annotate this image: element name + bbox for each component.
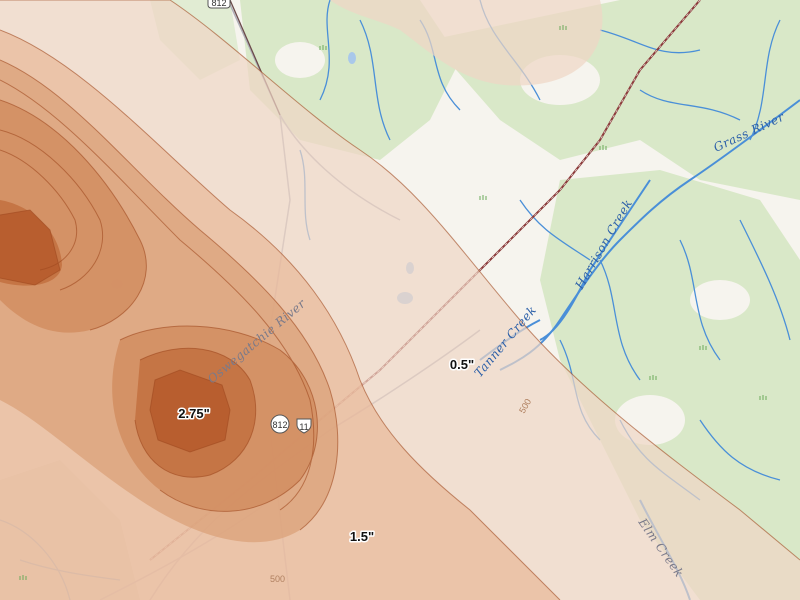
map-view[interactable]: 812 812 11 Grass River Harrison Creek Ta… bbox=[0, 0, 800, 600]
elevation-label: 500 bbox=[270, 574, 285, 584]
svg-text:812: 812 bbox=[272, 420, 287, 430]
map-canvas: 812 812 11 Grass River Harrison Creek Ta… bbox=[0, 0, 800, 600]
contour-label-0.5: 0.5" bbox=[450, 357, 474, 372]
svg-text:812: 812 bbox=[211, 0, 226, 8]
route-shield-812: 812 bbox=[270, 414, 290, 434]
contour-label-1.5: 1.5" bbox=[350, 529, 374, 544]
svg-text:11: 11 bbox=[299, 422, 308, 432]
contour-label-2.75: 2.75" bbox=[178, 406, 209, 421]
route-shield-812-north: 812 bbox=[207, 0, 231, 9]
